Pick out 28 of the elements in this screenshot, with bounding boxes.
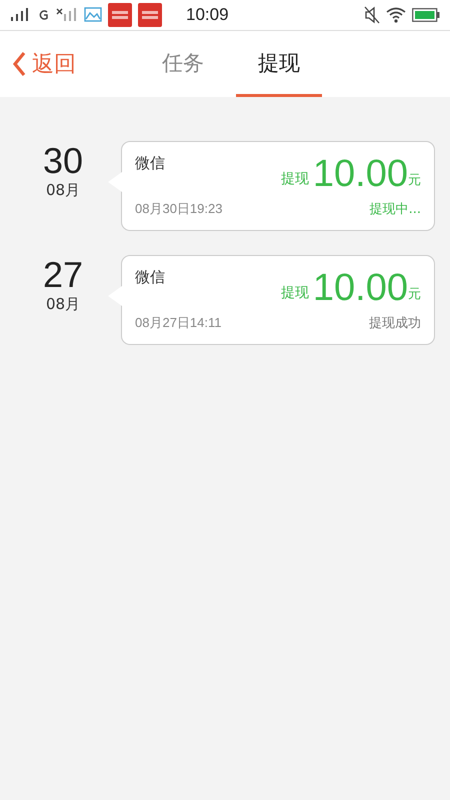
back-icon	[12, 51, 26, 77]
day-number: 30	[42, 141, 84, 181]
app-icon	[138, 3, 162, 27]
currency-unit: 元	[408, 286, 421, 303]
status-label: 提现中...	[370, 201, 421, 218]
status-label: 提现成功	[369, 315, 421, 332]
day-number: 27	[42, 255, 84, 295]
image-icon	[84, 7, 102, 23]
month-label: 08月	[46, 295, 80, 314]
battery-icon	[412, 8, 440, 22]
record-time: 08月27日14:11	[135, 314, 222, 332]
amount: 10.00	[312, 268, 408, 308]
network-icon	[38, 9, 50, 21]
amount: 10.00	[312, 154, 408, 194]
month-label: 08月	[46, 181, 80, 200]
amount-label: 提现	[280, 170, 309, 188]
currency-unit: 元	[408, 172, 421, 189]
no-signal-icon	[56, 8, 78, 22]
tab[interactable]: 任务	[140, 31, 226, 97]
record-time: 08月30日19:23	[135, 200, 222, 218]
clock: 10:09	[186, 5, 229, 25]
mute-icon	[364, 6, 380, 24]
amount-label: 提现	[280, 284, 309, 302]
channel-name: 微信	[135, 268, 165, 287]
app-icon	[108, 3, 132, 27]
tab[interactable]: 提现	[236, 31, 322, 97]
channel-name: 微信	[135, 154, 165, 173]
wifi-icon	[386, 7, 406, 23]
